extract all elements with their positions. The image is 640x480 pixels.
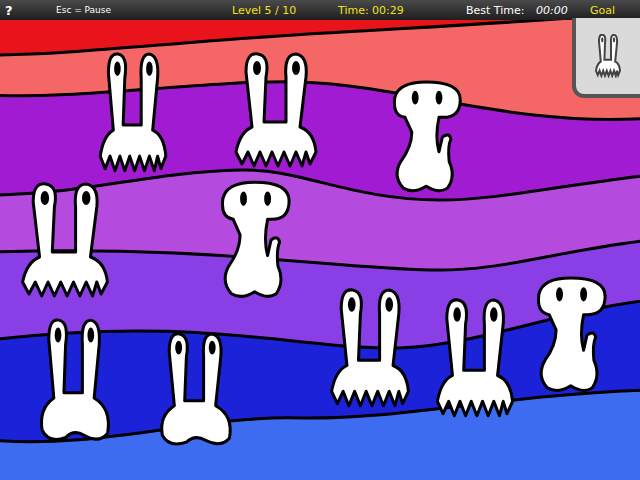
creature[interactable] <box>92 52 174 177</box>
timer: Time: 00:29 <box>338 4 466 17</box>
help-button[interactable]: ? <box>0 3 56 18</box>
creature[interactable] <box>428 298 522 422</box>
top-bar: ? Esc = Pause Level 5 / 10 Time: 00:29 B… <box>0 0 640 20</box>
creature[interactable] <box>226 52 326 172</box>
best-time-label: Best Time: <box>466 4 524 17</box>
game-screen: ? Esc = Pause Level 5 / 10 Time: 00:29 B… <box>0 0 640 480</box>
creature[interactable] <box>216 178 302 302</box>
goal-label: Goal <box>588 4 640 17</box>
creature[interactable] <box>388 78 473 196</box>
creature[interactable] <box>12 182 118 302</box>
pause-hint: Esc = Pause <box>56 5 232 15</box>
creature[interactable] <box>152 332 238 450</box>
goal-box <box>572 18 640 98</box>
creature[interactable] <box>532 274 618 396</box>
creature[interactable] <box>322 288 418 412</box>
level-counter: Level 5 / 10 <box>232 4 338 17</box>
best-time-value: 00:00 <box>536 4 568 17</box>
goal-creature-icon <box>593 34 623 78</box>
creature[interactable] <box>32 318 116 446</box>
best-time: Best Time: 00:00 <box>466 4 588 17</box>
